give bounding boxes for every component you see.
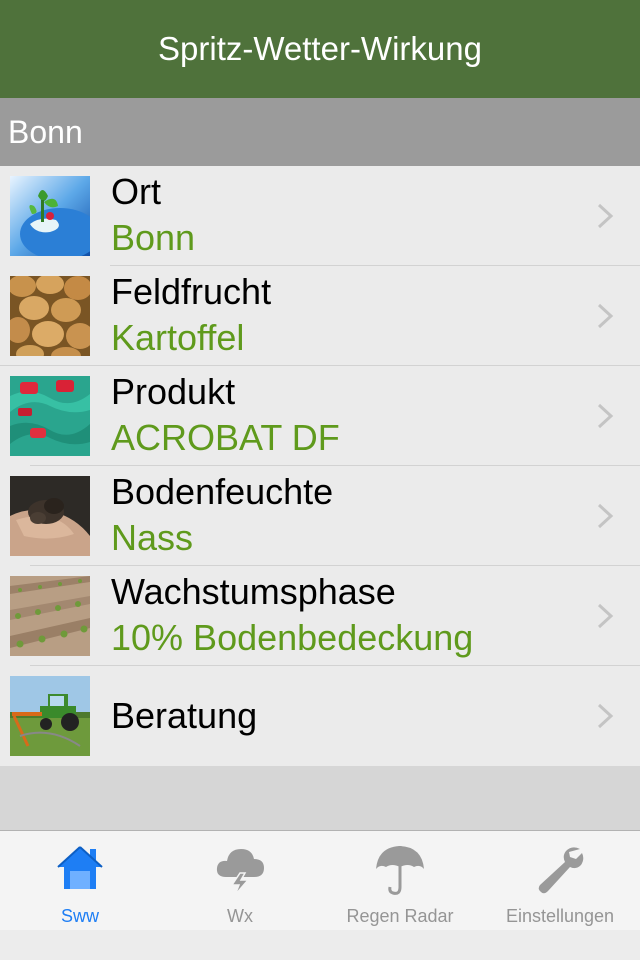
row-value: Nass: [111, 517, 194, 558]
storm-cloud-icon: [216, 849, 264, 895]
navigation-bar: Spritz-Wetter-Wirkung: [0, 0, 640, 98]
crop-field-thumbnail: [10, 576, 90, 656]
potatoes-thumbnail: [10, 276, 90, 356]
tab-label: Einstellungen: [505, 906, 615, 926]
chevron-right-icon: [597, 603, 614, 629]
list-item-beratung[interactable]: Beratung: [0, 666, 640, 766]
row-label: Bodenfeuchte: [111, 471, 334, 512]
row-label: Produkt: [111, 371, 236, 412]
tab-einstellungen[interactable]: Einstellungen: [480, 831, 640, 930]
chevron-right-icon: [597, 503, 614, 529]
row-label: Beratung: [111, 695, 258, 736]
list-item-ort[interactable]: Ort Bonn: [0, 166, 640, 266]
umbrella-icon: [376, 846, 424, 895]
row-value: Bonn: [111, 217, 196, 258]
globe-plant-thumbnail: [10, 176, 90, 256]
tab-sww[interactable]: Sww: [0, 831, 160, 930]
chevron-right-icon: [597, 203, 614, 229]
tab-bar: Sww Wx Regen Radar Einstellungen: [0, 830, 640, 930]
list-item-produkt[interactable]: Produkt ACROBAT DF: [0, 366, 640, 466]
list-item-wachstumsphase[interactable]: Wachstumsphase 10% Bodenbedeckung: [0, 566, 640, 666]
settings-list: Ort Bonn Feldfrucht Kartoffel Produkt AC…: [0, 166, 640, 766]
tab-label: Regen Radar: [346, 906, 454, 926]
list-item-feldfrucht[interactable]: Feldfrucht Kartoffel: [0, 266, 640, 366]
tab-wx[interactable]: Wx: [160, 831, 320, 930]
tractor-sprayer-thumbnail: [10, 676, 90, 756]
tab-label: Wx: [227, 906, 253, 926]
bottom-strip: [0, 930, 640, 960]
tab-regen-radar[interactable]: Regen Radar: [320, 831, 480, 930]
row-label: Wachstumsphase: [111, 571, 396, 612]
product-canisters-thumbnail: [10, 376, 90, 456]
chevron-right-icon: [597, 303, 614, 329]
tab-label: Sww: [60, 906, 99, 926]
chevron-right-icon: [597, 403, 614, 429]
section-title: Bonn: [8, 114, 83, 150]
row-value: Kartoffel: [111, 317, 245, 358]
wrench-icon: [538, 847, 584, 894]
house-icon: [57, 846, 103, 889]
list-footer: [0, 766, 640, 830]
section-header: Bonn: [0, 98, 640, 166]
row-label: Feldfrucht: [111, 271, 272, 312]
chevron-right-icon: [597, 703, 614, 729]
row-label: Ort: [111, 171, 161, 212]
row-value: ACROBAT DF: [111, 417, 340, 458]
soil-in-hand-thumbnail: [10, 476, 90, 556]
page-title: Spritz-Wetter-Wirkung: [158, 30, 482, 67]
row-value: 10% Bodenbedeckung: [111, 617, 474, 658]
list-item-bodenfeuchte[interactable]: Bodenfeuchte Nass: [0, 466, 640, 566]
